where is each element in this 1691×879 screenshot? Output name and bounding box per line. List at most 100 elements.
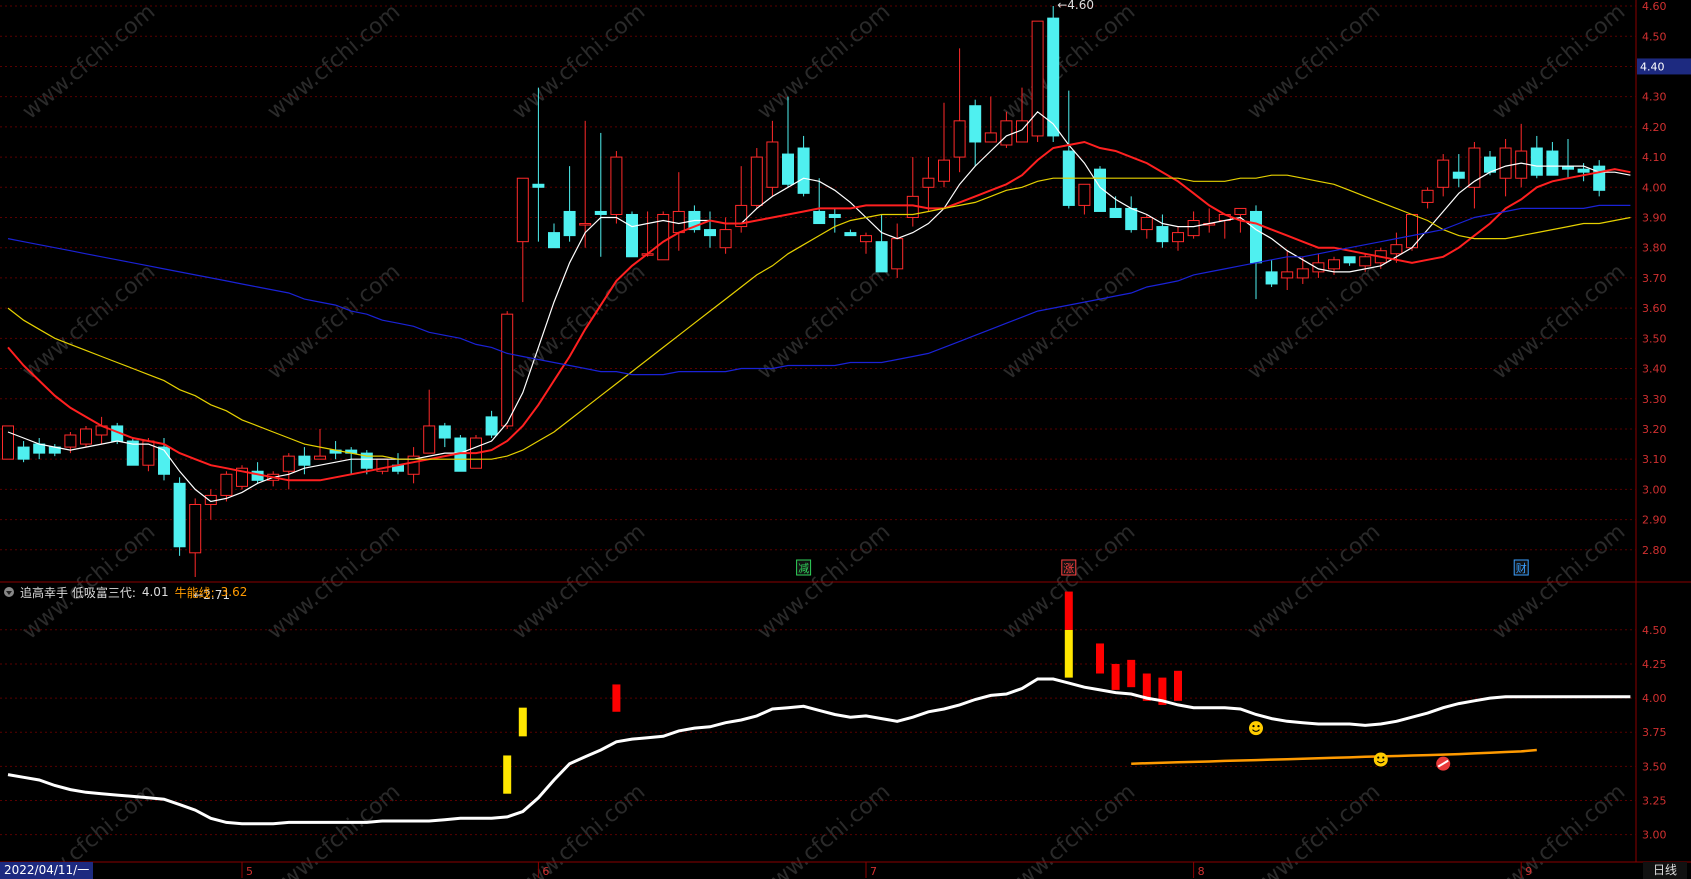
candle-body (844, 232, 857, 237)
candle-body (563, 210, 576, 237)
time-axis-label: 6 (542, 865, 549, 878)
candle-body (1484, 156, 1496, 173)
time-axis-label: 9 (1525, 865, 1532, 878)
watermark-text: www.cfchi.com (508, 779, 650, 879)
candle-body (969, 105, 982, 143)
candle-body (1281, 271, 1294, 279)
candle-body (17, 446, 30, 460)
candle-body (797, 147, 810, 194)
indicator-bar (1064, 629, 1073, 678)
candle-body (938, 159, 950, 182)
indicator-bar (1174, 670, 1182, 701)
candle-body (204, 494, 217, 505)
candle-body (750, 156, 763, 206)
high-price-label: ←4.60 (1057, 0, 1094, 12)
candle-body (158, 446, 170, 475)
indicator-tick-label: 3.50 (1642, 760, 1667, 773)
candle-body (80, 428, 92, 445)
watermark-text: www.cfchi.com (998, 779, 1140, 879)
indicator-tick-label: 3.25 (1642, 795, 1667, 808)
period-button[interactable]: 日线 (1643, 862, 1687, 879)
candle-body (1515, 150, 1528, 179)
candle-body (704, 229, 716, 237)
current-price-label: 4.40 (1640, 60, 1665, 73)
watermark-text: www.cfchi.com (18, 0, 160, 125)
price-tick-label: 3.10 (1642, 453, 1667, 466)
candle-body (1390, 244, 1403, 255)
candle-body (766, 141, 779, 188)
candle-body (579, 223, 592, 226)
price-tick-label: 3.70 (1642, 272, 1667, 285)
watermark-text: www.cfchi.com (1243, 259, 1385, 384)
candle-body (1250, 210, 1262, 264)
price-tick-label: 4.20 (1642, 121, 1667, 134)
indicator-title: 追高幸手 低吸富三代: (20, 585, 136, 600)
indicator-tick-label: 4.00 (1642, 692, 1667, 705)
price-tick-label: 2.80 (1642, 544, 1667, 557)
candle-body (1172, 232, 1184, 243)
candle-body (1000, 120, 1013, 146)
candle-body (1421, 189, 1434, 203)
indicator-tick-label: 4.25 (1642, 658, 1667, 671)
candle-body (1530, 147, 1543, 176)
candle-body (1296, 268, 1309, 279)
watermark-text: www.cfchi.com (18, 259, 160, 384)
candle-body (1328, 259, 1340, 270)
price-tick-label: 3.30 (1642, 393, 1667, 406)
indicator-bar (503, 755, 512, 794)
candle-body (438, 425, 451, 439)
candle-body (516, 177, 529, 243)
indicator-header: 追高幸手 低吸富三代: 4.01 牛能线: 3.62 (4, 584, 247, 600)
watermark-text: www.cfchi.com (263, 779, 405, 879)
indicator-bar (1111, 663, 1120, 690)
candle-body (984, 132, 997, 143)
candle-body (485, 416, 498, 436)
indicator-label-2: 牛能线: (174, 585, 215, 600)
candle-body (189, 503, 202, 554)
ball-icon (1436, 756, 1451, 771)
candle-body (891, 238, 904, 270)
ma-line-ma60 (7, 204, 1631, 376)
watermark-text: www.cfchi.com (508, 0, 650, 125)
candle-body (501, 313, 514, 427)
signal-marker-text: 减 (798, 562, 809, 575)
price-tick-label: 3.00 (1642, 483, 1667, 496)
stock-chart[interactable]: www.cfchi.com www.cfchi.com www.cfchi.com w… (0, 0, 1691, 879)
candle-body (532, 183, 545, 188)
candle-body (1234, 207, 1247, 215)
candle-body (1577, 168, 1590, 173)
indicator-line-2 (1131, 748, 1537, 765)
indicator-line-1 (7, 677, 1631, 826)
candle-body (1125, 207, 1138, 231)
candle-body (173, 482, 186, 548)
candle-body (828, 213, 841, 219)
signal-marker-text: 涨 (1063, 562, 1074, 575)
watermark-text: www.cfchi.com (1243, 0, 1385, 125)
candle-body (1031, 20, 1044, 137)
indicator-value-1: 4.01 (141, 585, 169, 599)
smiley-icon (1249, 721, 1263, 736)
candle-body (1437, 159, 1450, 188)
candle-body (1187, 220, 1200, 237)
watermark-text: www.cfchi.com (508, 259, 650, 384)
candle-body (1047, 17, 1060, 137)
price-tick-label: 3.50 (1642, 332, 1667, 345)
price-tick-label: 3.60 (1642, 302, 1667, 315)
indicator-bar (612, 684, 621, 712)
candle-body (782, 153, 794, 185)
indicator-toggle-icon[interactable] (4, 587, 14, 597)
candle-body (423, 425, 436, 454)
price-tick-label: 4.00 (1642, 181, 1667, 194)
candle-body (2, 425, 14, 460)
price-tick-label: 3.80 (1642, 242, 1667, 255)
candle-body (953, 120, 966, 158)
candle-body (1359, 256, 1372, 267)
candle-body (1343, 256, 1356, 264)
candle-body (282, 455, 295, 472)
candle-body (610, 156, 623, 215)
price-tick-label: 4.60 (1642, 0, 1667, 13)
candle-body (1078, 183, 1091, 206)
candle-body (1546, 150, 1559, 176)
watermark-text: www.cfchi.com (263, 0, 405, 125)
indicator-bar (1064, 591, 1073, 630)
